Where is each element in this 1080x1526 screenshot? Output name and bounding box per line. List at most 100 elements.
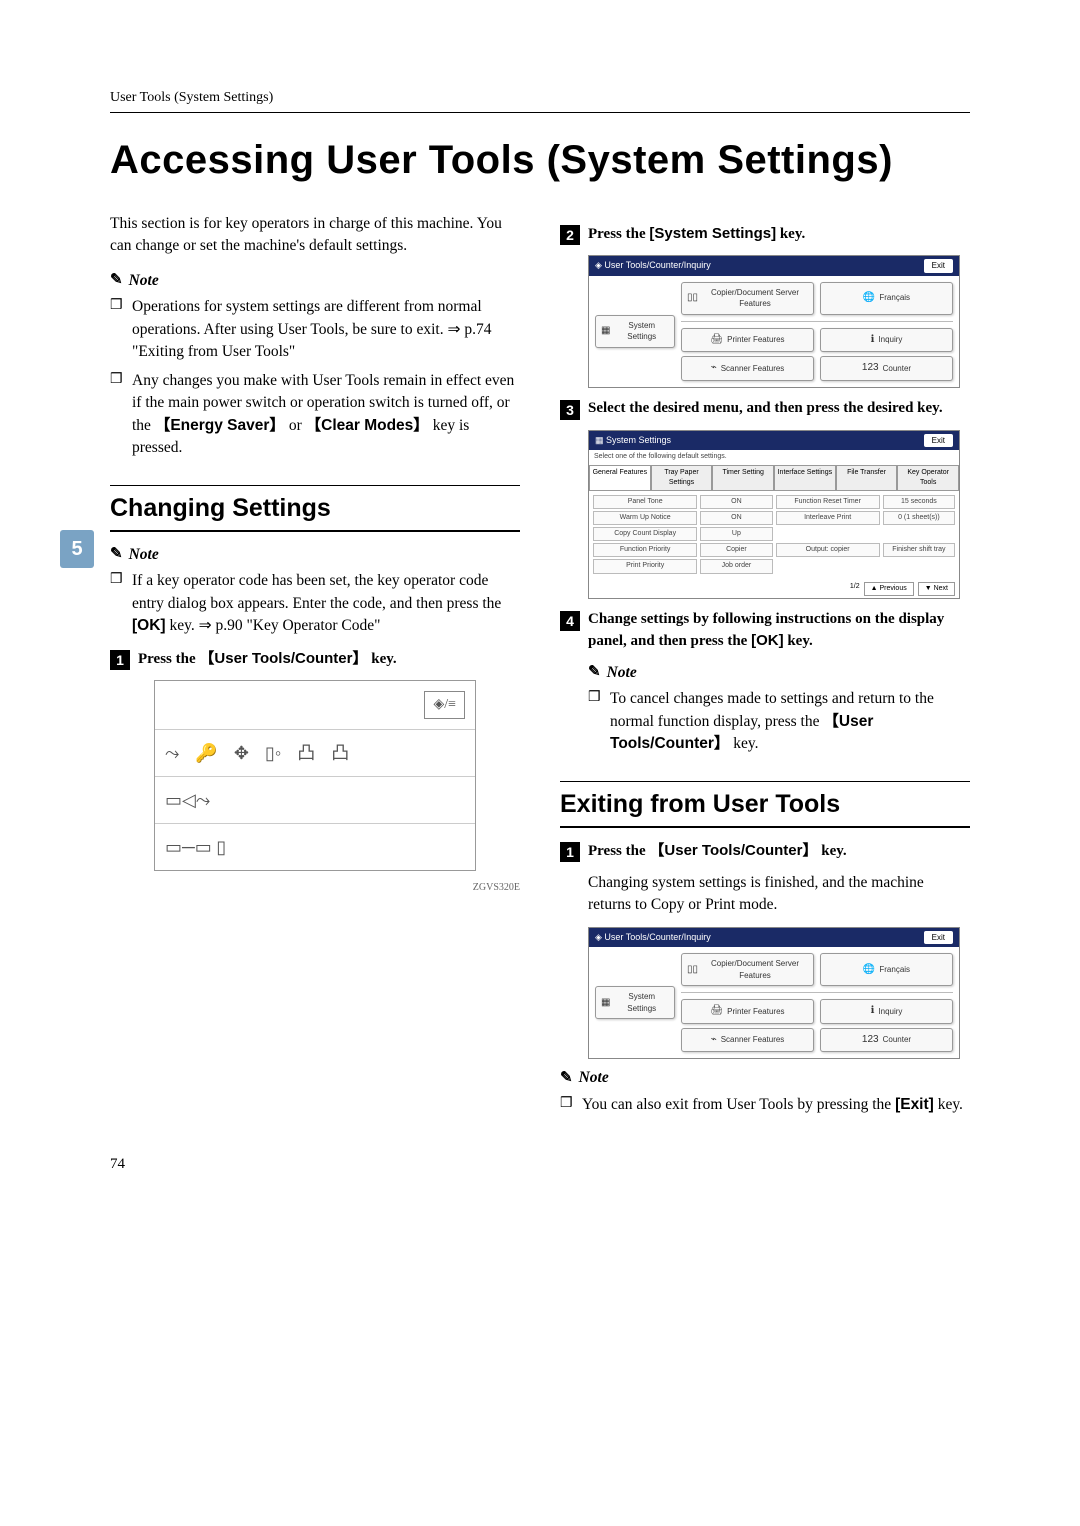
- tab-tray-paper[interactable]: Tray Paper Settings: [651, 465, 713, 490]
- exit-body-text: Changing system settings is finished, an…: [588, 872, 970, 917]
- setting-value: 0 (1 sheet(s)): [883, 511, 955, 525]
- intro-text: This section is for key operators in cha…: [110, 213, 520, 258]
- user-tools-counter-screenshot: ◈ User Tools/Counter/Inquiry Exit ▦Syste…: [588, 255, 960, 388]
- step-number-icon: 1: [560, 842, 580, 862]
- counter-icon: 123: [862, 361, 879, 376]
- system-settings-key: [System Settings]: [649, 225, 776, 242]
- setting-value: 15 seconds: [883, 495, 955, 509]
- user-tools-counter-key: User Tools/Counter: [199, 650, 367, 667]
- step-1: 1 Press the User Tools/Counter key.: [110, 648, 520, 670]
- settings-rows: Panel Tone ON Function Reset Timer 15 se…: [589, 491, 959, 580]
- system-settings-screenshot: ▦ System Settings Exit Select one of the…: [588, 430, 960, 599]
- counter-button[interactable]: 123Counter: [820, 356, 953, 381]
- exit-key: [Exit]: [895, 1096, 934, 1113]
- tab-timer[interactable]: Timer Setting: [712, 465, 774, 490]
- page-number: 74: [110, 1156, 970, 1173]
- screenshot-title: ◈ User Tools/Counter/Inquiry: [595, 931, 711, 944]
- inquiry-button[interactable]: ℹInquiry: [820, 999, 953, 1024]
- page-indicator: 1/2: [850, 582, 860, 596]
- step-number-icon: 3: [560, 400, 580, 420]
- globe-icon: 🌐: [863, 963, 875, 978]
- note-item: Any changes you make with User Tools rem…: [110, 370, 520, 460]
- copier-doc-server-button[interactable]: ▯▯Copier/Document Server Features: [681, 953, 814, 986]
- image-id: ZGVS320E: [110, 881, 520, 896]
- setting-label[interactable]: Function Priority: [593, 543, 697, 557]
- step-2: 2 Press the [System Settings] key.: [560, 223, 970, 245]
- previous-button[interactable]: ▲ Previous: [864, 582, 914, 596]
- note-label: Note: [607, 662, 637, 684]
- setting-value: Job order: [700, 559, 772, 573]
- note-heading: ✎ Note: [110, 544, 520, 566]
- setting-label[interactable]: Warm Up Notice: [593, 511, 697, 525]
- language-button[interactable]: 🌐Français: [820, 953, 953, 986]
- scanner-features-button[interactable]: ⌁Scanner Features: [681, 1028, 814, 1053]
- setting-label[interactable]: Print Priority: [593, 559, 697, 573]
- note-item: Operations for system settings are diffe…: [110, 296, 520, 363]
- setting-label[interactable]: Output: copier: [776, 543, 880, 557]
- tab-interface[interactable]: Interface Settings: [774, 465, 836, 490]
- indicator-icon: ⤳: [165, 740, 179, 766]
- note-list: Operations for system settings are diffe…: [110, 296, 520, 459]
- page-icon: ▯◦: [265, 740, 281, 766]
- info-icon: ℹ: [871, 333, 875, 348]
- key-icon: 🔑: [195, 740, 217, 766]
- tab-general[interactable]: General Features: [589, 465, 651, 490]
- info-icon: ℹ: [871, 1004, 875, 1019]
- setting-value: Finisher shift tray: [883, 543, 955, 557]
- language-button[interactable]: 🌐Français: [820, 282, 953, 315]
- setting-label[interactable]: Panel Tone: [593, 495, 697, 509]
- setting-value: Up: [700, 527, 772, 541]
- page-title: Accessing User Tools (System Settings): [110, 138, 970, 183]
- system-settings-button[interactable]: ▦System Settings: [595, 315, 675, 348]
- inquiry-button[interactable]: ℹInquiry: [820, 328, 953, 353]
- tab-key-operator[interactable]: Key Operator Tools: [897, 465, 959, 490]
- next-button[interactable]: ▼ Next: [918, 582, 955, 596]
- setting-value: Copier: [700, 543, 772, 557]
- note-label: Note: [129, 544, 159, 566]
- user-tools-counter-key: User Tools/Counter: [649, 842, 817, 859]
- exit-step-1: 1 Press the User Tools/Counter key.: [560, 840, 970, 862]
- output-icon: 凸: [297, 740, 315, 766]
- section-tab: 5: [60, 530, 94, 568]
- note-label: Note: [129, 270, 159, 292]
- copier-doc-server-button[interactable]: ▯▯Copier/Document Server Features: [681, 282, 814, 315]
- counter-icon: 123: [862, 1033, 879, 1048]
- printer-icon: 🖨: [710, 1004, 723, 1019]
- printer-features-button[interactable]: 🖨Printer Features: [681, 328, 814, 353]
- energy-saver-key: Energy Saver: [155, 417, 285, 434]
- exit-button[interactable]: Exit: [924, 259, 953, 273]
- counter-button[interactable]: 123Counter: [820, 1028, 953, 1053]
- scanner-icon: ⌁: [711, 1033, 717, 1048]
- output-icon: 凸: [331, 740, 349, 766]
- step-4: 4 Change settings by following instructi…: [560, 609, 970, 652]
- gear-box-icon: ▦: [601, 324, 610, 339]
- note-item: You can also exit from User Tools by pre…: [560, 1094, 970, 1116]
- note-label: Note: [579, 1067, 609, 1089]
- setting-label[interactable]: Copy Count Display: [593, 527, 697, 541]
- pencil-icon: ✎: [588, 662, 601, 684]
- changing-settings-heading: Changing Settings: [110, 485, 520, 532]
- user-tools-key-icon: ◈/≡: [424, 691, 465, 719]
- scanner-features-button[interactable]: ⌁Scanner Features: [681, 356, 814, 381]
- setting-value: ON: [700, 495, 772, 509]
- exiting-heading: Exiting from User Tools: [560, 781, 970, 828]
- setting-label[interactable]: Function Reset Timer: [776, 495, 880, 509]
- step-3: 3 Select the desired menu, and then pres…: [560, 398, 970, 420]
- exit-button[interactable]: Exit: [924, 434, 953, 448]
- note-heading: ✎ Note: [110, 270, 520, 292]
- note-list: You can also exit from User Tools by pre…: [560, 1094, 970, 1116]
- screenshot-subtitle: Select one of the following default sett…: [589, 450, 959, 464]
- tab-file-transfer[interactable]: File Transfer: [836, 465, 898, 490]
- exit-button[interactable]: Exit: [924, 931, 953, 945]
- printer-features-button[interactable]: 🖨Printer Features: [681, 999, 814, 1024]
- pencil-icon: ✎: [560, 1068, 573, 1090]
- wrench-icon: ✥: [234, 740, 249, 766]
- step-number-icon: 2: [560, 225, 580, 245]
- globe-icon: 🌐: [863, 291, 875, 306]
- step-number-icon: 4: [560, 611, 580, 631]
- system-settings-button[interactable]: ▦System Settings: [595, 986, 675, 1019]
- setting-label[interactable]: Interleave Print: [776, 511, 880, 525]
- settings-tabs: General Features Tray Paper Settings Tim…: [589, 465, 959, 491]
- screenshot-title: ◈ User Tools/Counter/Inquiry: [595, 259, 711, 272]
- note-item: If a key operator code has been set, the…: [110, 570, 520, 637]
